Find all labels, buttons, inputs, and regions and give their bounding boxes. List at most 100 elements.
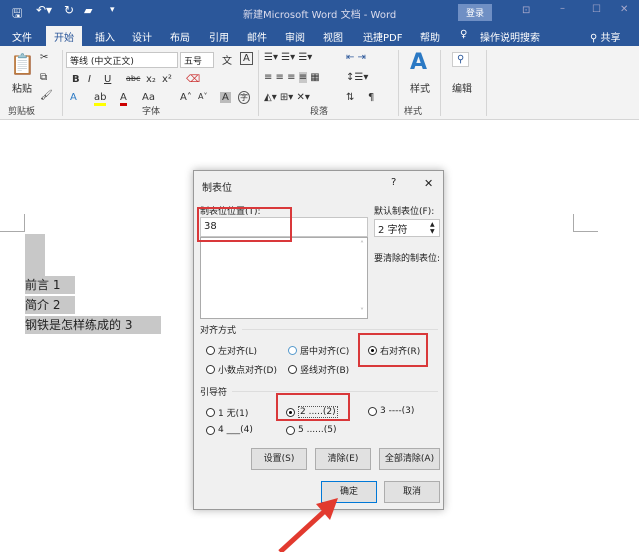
- editing-button[interactable]: 编辑: [452, 80, 472, 95]
- leader-middots-radio[interactable]: 5 ......(5): [286, 425, 337, 435]
- underline-button[interactable]: U: [104, 74, 111, 85]
- align-left-radio[interactable]: 左对齐(L): [206, 344, 257, 357]
- indent-icon[interactable]: ⇤ ⇥: [346, 52, 366, 63]
- set-button[interactable]: 设置(S): [251, 448, 307, 470]
- superscript-button[interactable]: x²: [162, 74, 172, 85]
- shrink-font-button[interactable]: A˅: [198, 92, 207, 101]
- share-button[interactable]: ⚲ 共享: [590, 29, 621, 44]
- char-border-icon[interactable]: A: [240, 52, 253, 65]
- undo-icon[interactable]: ↶▾: [36, 3, 52, 17]
- ribbon-tabs: 文件 开始 插入 设计 布局 引用 邮件 审阅 视图 迅捷PDF 帮助 ♀ 操作…: [0, 24, 639, 46]
- tabs-dialog: 制表位 ? ✕ 制表位位置(T): 38 ˄ ˅ 默认制表位(F): 2 字符 …: [193, 170, 444, 510]
- shading-icon[interactable]: ◭▾ ⊞▾ ✕▾: [264, 92, 310, 103]
- paste-button[interactable]: 粘贴: [12, 80, 32, 95]
- enclose-char-icon[interactable]: 字: [238, 91, 250, 104]
- close-window-icon[interactable]: ✕: [620, 4, 628, 15]
- person-icon: ⚲: [590, 33, 598, 44]
- highlight-box: [358, 333, 428, 367]
- font-group-label: 字体: [142, 107, 161, 117]
- document-line[interactable]: 钢铁是怎样练成的 3: [25, 316, 161, 334]
- font-name-select[interactable]: 等线 (中文正文): [66, 52, 178, 68]
- tab-review[interactable]: 审阅: [285, 29, 305, 44]
- login-button[interactable]: 登录: [458, 4, 493, 21]
- clear-button[interactable]: 清除(E): [315, 448, 371, 470]
- tab-references[interactable]: 引用: [209, 29, 229, 44]
- save-icon[interactable]: 🖫: [12, 4, 22, 25]
- text-effects-icon[interactable]: A: [70, 92, 77, 103]
- clear-all-button[interactable]: 全部清除(A): [379, 448, 440, 470]
- help-button[interactable]: ?: [391, 177, 396, 188]
- radio-label: 1 无(1): [218, 409, 249, 419]
- bold-button[interactable]: B: [72, 74, 80, 85]
- ribbon-display-icon[interactable]: ⊡: [522, 5, 530, 16]
- radio-label: 4 ___(4): [218, 425, 253, 435]
- align-bar-radio[interactable]: 竖线对齐(B): [288, 363, 349, 376]
- format-painter-icon[interactable]: 🖌: [40, 90, 53, 101]
- radio-label: 5 ......(5): [298, 425, 337, 435]
- clear-formatting-icon[interactable]: ⌫: [186, 74, 200, 85]
- document-line[interactable]: 简介 2: [25, 296, 75, 314]
- tab-file[interactable]: 文件: [12, 29, 32, 44]
- tab-design[interactable]: 设计: [132, 29, 152, 44]
- paragraph-group-label: 段落: [310, 107, 329, 117]
- leader-label: 引导符: [200, 388, 228, 398]
- scroll-up-icon[interactable]: ˄: [360, 240, 364, 249]
- alignment-label: 对齐方式: [200, 326, 237, 336]
- highlight-box: [276, 393, 350, 421]
- arrow-annotation: [278, 498, 338, 552]
- close-button[interactable]: ✕: [424, 177, 433, 190]
- open-icon[interactable]: ▰: [84, 4, 92, 17]
- styles-button[interactable]: 样式: [410, 80, 430, 95]
- tab-mailings[interactable]: 邮件: [247, 29, 267, 44]
- copy-icon[interactable]: ⧉: [40, 72, 47, 83]
- share-label: 共享: [600, 33, 621, 44]
- lightbulb-icon: ♀: [460, 29, 468, 40]
- leader-dashes-radio[interactable]: 3 ----(3): [368, 406, 414, 416]
- tab-home[interactable]: 开始: [46, 26, 82, 46]
- italic-button[interactable]: I: [88, 74, 91, 85]
- font-color-icon[interactable]: A: [120, 92, 127, 106]
- tab-help[interactable]: 帮助: [420, 29, 440, 44]
- cut-icon[interactable]: ✂: [40, 52, 48, 63]
- tab-pdf[interactable]: 迅捷PDF: [363, 29, 402, 44]
- font-size-select[interactable]: 五号: [180, 52, 214, 68]
- ribbon: 📋 粘贴 ✂ ⧉ 🖌 剪贴板 等线 (中文正文) 五号 文 A B I U ab…: [0, 46, 639, 120]
- align-center-radio[interactable]: 居中对齐(C): [288, 344, 349, 357]
- minimize-icon[interactable]: –: [560, 3, 565, 14]
- show-marks-icon[interactable]: ¶: [368, 92, 374, 103]
- char-shading-icon[interactable]: A: [220, 92, 231, 103]
- tab-layout[interactable]: 布局: [170, 29, 190, 44]
- tab-insert[interactable]: 插入: [95, 29, 115, 44]
- tell-me-search[interactable]: 操作说明搜索: [480, 29, 540, 44]
- bullets-icon[interactable]: ☰▾ ☰▾ ☰▾: [264, 52, 312, 63]
- change-case-button[interactable]: Aa: [142, 92, 155, 103]
- spinner-arrows-icon[interactable]: ▲ ▼: [430, 221, 435, 235]
- cancel-button[interactable]: 取消: [384, 481, 440, 503]
- line-spacing-icon[interactable]: ↕☰▾: [346, 72, 368, 83]
- align-icons[interactable]: ≡ ≡ ≡ ≡ ▦: [264, 72, 320, 83]
- sort-icon[interactable]: ⇅: [346, 92, 354, 103]
- leader-none-radio[interactable]: 1 无(1): [206, 406, 248, 419]
- selection-block: [25, 234, 45, 276]
- leader-underline-radio[interactable]: 4 ___(4): [206, 425, 253, 435]
- paste-icon: 📋: [10, 52, 35, 76]
- maximize-icon[interactable]: ☐: [592, 4, 601, 15]
- scroll-down-icon[interactable]: ˅: [360, 307, 364, 316]
- radio-label: 居中对齐(C): [300, 347, 350, 357]
- grow-font-button[interactable]: A˄: [180, 92, 192, 103]
- clipboard-group-label: 剪贴板: [8, 107, 36, 117]
- strikethrough-button[interactable]: abc: [126, 74, 140, 83]
- document-line[interactable]: 前言 1: [25, 276, 75, 294]
- align-decimal-radio[interactable]: 小数点对齐(D): [206, 363, 277, 376]
- title-bar: 🖫 ↶▾ ↻ ▰ ▾ 新建Microsoft Word 文档 - Word 登录…: [0, 0, 639, 24]
- radio-label: 竖线对齐(B): [300, 366, 350, 376]
- subscript-button[interactable]: x₂: [146, 74, 156, 85]
- phonetic-guide-icon[interactable]: 文: [222, 52, 232, 67]
- redo-icon[interactable]: ↻: [64, 3, 74, 17]
- tab-stops-list[interactable]: ˄ ˅: [200, 237, 368, 319]
- highlight-icon[interactable]: ab: [94, 92, 107, 106]
- clear-tabs-label: 要清除的制表位:: [374, 254, 441, 264]
- customize-qat-icon[interactable]: ▾: [110, 5, 115, 15]
- window-title: 新建Microsoft Word 文档 - Word: [243, 10, 397, 21]
- tab-view[interactable]: 视图: [323, 29, 343, 44]
